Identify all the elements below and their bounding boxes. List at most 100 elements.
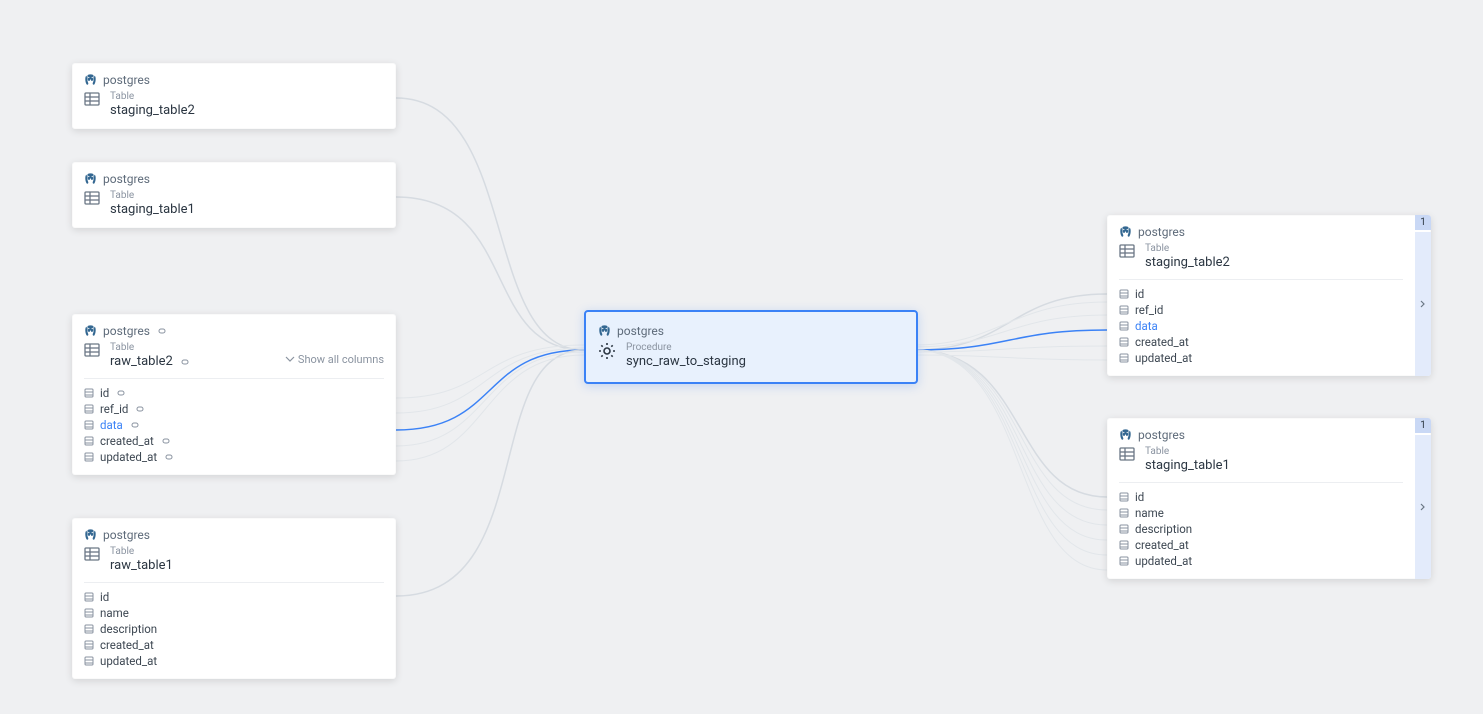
column-icon <box>1119 305 1129 315</box>
column-name: description <box>100 622 157 636</box>
column-name: data <box>1135 319 1158 333</box>
column-icon <box>1119 492 1129 502</box>
column-row[interactable]: ref_id <box>84 401 384 417</box>
object-name: sync_raw_to_staging <box>626 354 746 370</box>
column-icon <box>84 404 94 414</box>
postgres-icon <box>1119 429 1132 442</box>
column-row[interactable]: updated_at <box>84 653 384 669</box>
column-icon <box>84 656 94 666</box>
link-icon <box>156 326 168 336</box>
column-row[interactable]: description <box>1119 521 1403 537</box>
show-all-columns-button[interactable]: Show all columns <box>285 353 384 366</box>
column-row[interactable]: description <box>84 621 384 637</box>
column-row[interactable]: created_at <box>1119 537 1403 553</box>
node-staging-table2-left[interactable]: postgres Table staging_table2 <box>72 63 396 129</box>
show-all-label: Show all columns <box>298 353 384 366</box>
column-icon <box>1119 321 1129 331</box>
table-icon <box>84 546 100 562</box>
link-icon <box>179 357 191 367</box>
column-icon <box>1119 353 1129 363</box>
db-label: postgres <box>103 324 150 338</box>
column-name: created_at <box>1135 538 1189 552</box>
column-list: id ref_iddata created_at updated_at <box>84 378 384 475</box>
column-row[interactable]: data <box>84 417 384 433</box>
column-row[interactable]: updated_at <box>84 449 384 465</box>
column-row[interactable]: name <box>84 605 384 621</box>
chevron-right-icon <box>1420 300 1426 308</box>
column-icon <box>84 592 94 602</box>
node-staging-table2-right[interactable]: 1 postgres Table staging_table2 idref_id… <box>1107 215 1431 376</box>
postgres-icon <box>598 325 611 338</box>
node-raw-table2[interactable]: postgres Table raw_table2 Show all colum… <box>72 314 396 475</box>
node-staging-table1-right[interactable]: 1 postgres Table staging_table1 idnamede… <box>1107 418 1431 579</box>
column-icon <box>1119 289 1129 299</box>
column-row[interactable]: created_at <box>1119 334 1403 350</box>
column-row[interactable]: name <box>1119 505 1403 521</box>
column-name: updated_at <box>1135 351 1192 365</box>
object-name: staging_table2 <box>110 103 195 119</box>
expand-tab[interactable] <box>1415 232 1431 376</box>
object-name: staging_table2 <box>1145 255 1230 271</box>
link-icon <box>134 404 146 414</box>
link-icon <box>163 452 175 462</box>
column-name: id <box>100 386 109 400</box>
postgres-icon <box>84 173 97 186</box>
db-label: postgres <box>1138 225 1185 239</box>
column-icon <box>1119 524 1129 534</box>
node-raw-table1[interactable]: postgres Table raw_table1 idnamedescript… <box>72 518 396 679</box>
column-name: ref_id <box>1135 303 1163 317</box>
column-name: description <box>1135 522 1192 536</box>
column-list: idname description created_atupdated_at <box>1119 482 1403 579</box>
db-label: postgres <box>103 528 150 542</box>
column-list: id ref_iddata created_at updated_at <box>1119 279 1403 376</box>
link-icon <box>160 436 172 446</box>
column-name: updated_at <box>100 450 157 464</box>
object-name: staging_table1 <box>110 202 195 218</box>
column-row[interactable]: created_at <box>84 433 384 449</box>
column-name: ref_id <box>100 402 128 416</box>
column-name: id <box>1135 287 1144 301</box>
kind-label: Table <box>1145 446 1230 458</box>
column-row[interactable]: id <box>1119 489 1403 505</box>
column-name: updated_at <box>100 654 157 668</box>
node-staging-table1-left[interactable]: postgres Table staging_table1 <box>72 162 396 228</box>
column-row[interactable]: id <box>84 385 384 401</box>
kind-label: Table <box>110 91 195 103</box>
postgres-icon <box>84 529 97 542</box>
column-row[interactable]: created_at <box>84 637 384 653</box>
column-row[interactable]: id <box>1119 286 1403 302</box>
column-icon <box>84 388 94 398</box>
object-name: raw_table1 <box>110 558 173 574</box>
column-name: created_at <box>1135 335 1189 349</box>
table-icon <box>84 342 100 358</box>
expand-tab[interactable] <box>1415 435 1431 579</box>
column-icon <box>84 624 94 634</box>
kind-label: Table <box>110 546 173 558</box>
column-icon <box>1119 556 1129 566</box>
gear-icon <box>598 342 616 360</box>
column-row[interactable]: updated_at <box>1119 553 1403 569</box>
count-badge: 1 <box>1415 215 1431 230</box>
column-name: data <box>100 418 123 432</box>
column-name: created_at <box>100 434 154 448</box>
column-icon <box>84 452 94 462</box>
chevron-down-icon <box>285 356 295 364</box>
kind-label: Procedure <box>626 342 746 354</box>
column-name: name <box>1135 506 1164 520</box>
column-row[interactable]: data <box>1119 318 1403 334</box>
column-row[interactable]: updated_at <box>1119 350 1403 366</box>
node-procedure-sync[interactable]: postgres Procedure sync_raw_to_staging <box>584 310 918 384</box>
link-icon <box>129 420 141 430</box>
table-icon <box>1119 243 1135 259</box>
column-row[interactable]: id <box>84 589 384 605</box>
column-list: idnamedescriptioncreated_atupdated_at <box>84 582 384 679</box>
object-name: raw_table2 <box>110 354 173 370</box>
column-icon <box>84 640 94 650</box>
column-icon <box>1119 508 1129 518</box>
column-icon <box>84 436 94 446</box>
column-row[interactable]: ref_id <box>1119 302 1403 318</box>
postgres-icon <box>1119 226 1132 239</box>
column-icon <box>1119 540 1129 550</box>
table-icon <box>84 91 100 107</box>
object-name: staging_table1 <box>1145 458 1230 474</box>
